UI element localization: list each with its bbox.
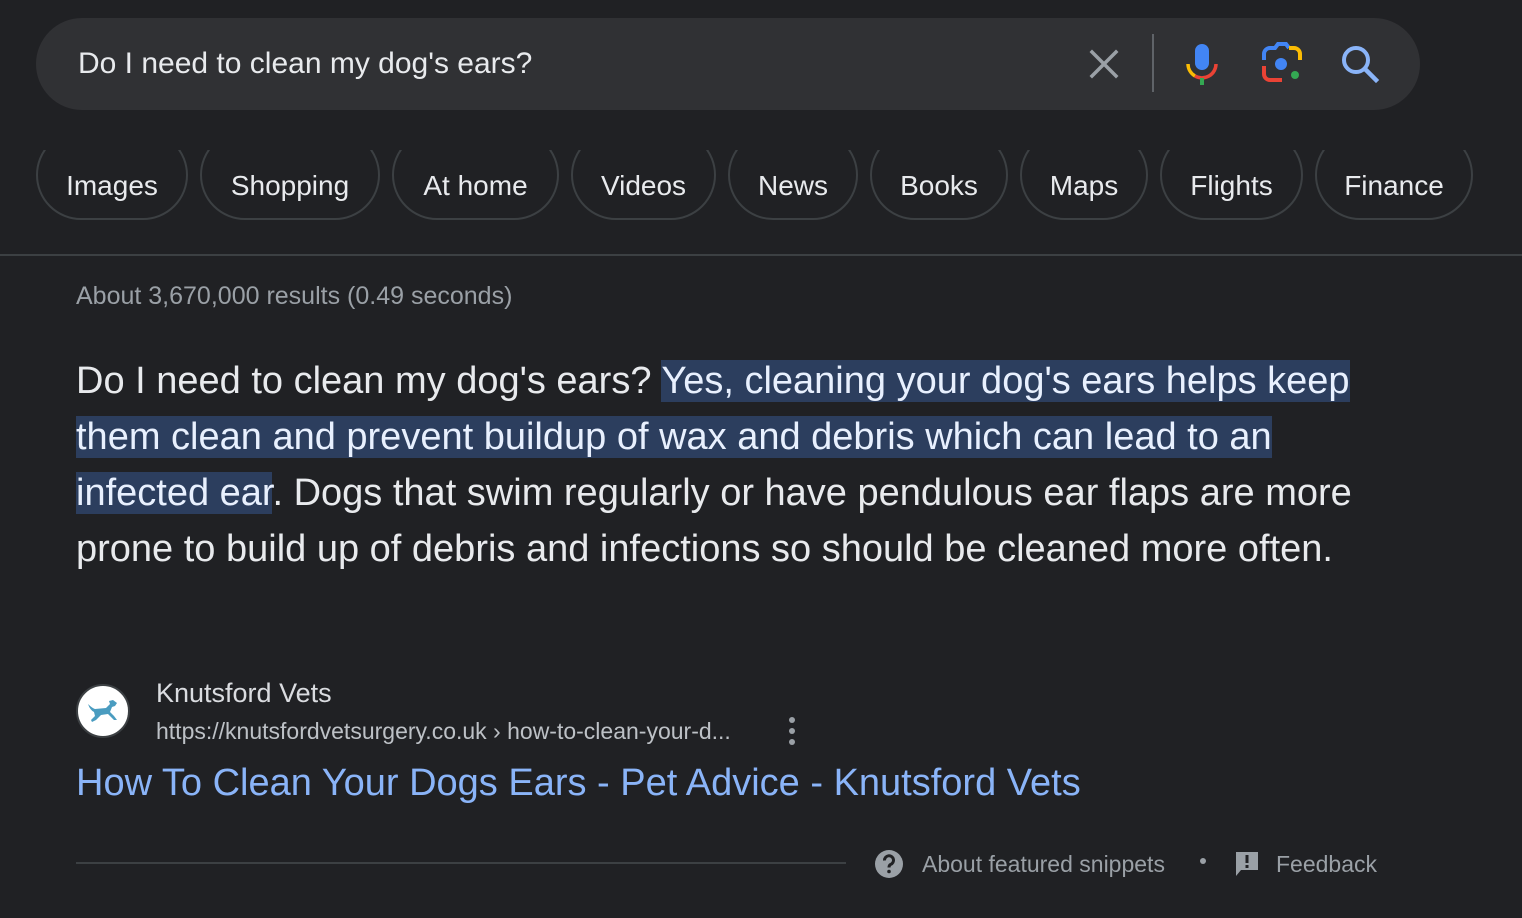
search-icon [1342, 46, 1380, 84]
header-divider [0, 254, 1522, 256]
search-filter-chips: Images Shopping At home Videos News Book… [0, 150, 1522, 222]
chip-label: Books [900, 170, 978, 201]
featured-snippet-text: Do I need to clean my dog's ears? Yes, c… [76, 353, 1396, 577]
chip-flights[interactable]: Flights [1160, 150, 1303, 220]
search-submit-button[interactable] [1338, 42, 1382, 86]
chip-finance[interactable]: Finance [1315, 150, 1473, 220]
microphone-icon [1186, 44, 1218, 85]
site-favicon [76, 684, 130, 738]
footer-dot-separator [1200, 858, 1206, 864]
chip-books[interactable]: Books [870, 150, 1008, 220]
close-icon [1089, 49, 1119, 79]
footer-divider [76, 862, 846, 864]
chip-news[interactable]: News [728, 150, 858, 220]
chip-maps[interactable]: Maps [1020, 150, 1148, 220]
clear-search-button[interactable] [1084, 44, 1124, 84]
chip-label: At home [423, 170, 528, 201]
feedback-label: Feedback [1276, 850, 1378, 877]
search-bar [36, 18, 1420, 110]
chip-label: Videos [600, 170, 687, 201]
search-input[interactable] [78, 42, 1058, 86]
chip-label: News [757, 170, 828, 201]
snippet-lead: Do I need to clean my dog's ears? [76, 360, 662, 402]
chip-label: Shopping [230, 170, 350, 201]
snippet-source[interactable]: Knutsford Vets https://knutsfordvetsurge… [76, 676, 876, 746]
more-options-button[interactable] [780, 714, 804, 748]
camera-lens-icon [1262, 42, 1302, 82]
running-dog-icon [88, 700, 117, 722]
chip-shopping[interactable]: Shopping [200, 150, 380, 220]
more-vert-icon [789, 717, 795, 745]
feedback-icon [1236, 852, 1258, 876]
result-stats: About 3,670,000 results (0.49 seconds) [76, 282, 513, 310]
site-name: Knutsford Vets [156, 678, 332, 708]
about-featured-snippets-label: About featured snippets [922, 850, 1165, 877]
feedback-button[interactable]: Feedback [1234, 846, 1377, 882]
lens-search-button[interactable] [1260, 42, 1304, 86]
chip-label: Finance [1344, 170, 1444, 201]
result-title-link[interactable]: How To Clean Your Dogs Ears - Pet Advice… [76, 762, 1081, 805]
chip-at-home[interactable]: At home [392, 150, 559, 220]
chip-label: Flights [1190, 170, 1273, 201]
site-url: https://knutsfordvetsurgery.co.uk › how-… [156, 718, 731, 744]
about-featured-snippets-button[interactable]: About featured snippets [874, 846, 1165, 882]
chip-label: Images [66, 170, 158, 201]
help-icon [875, 850, 903, 878]
voice-search-button[interactable] [1181, 42, 1223, 86]
chip-videos[interactable]: Videos [571, 150, 716, 220]
chip-images[interactable]: Images [36, 150, 188, 220]
chip-label: Maps [1049, 170, 1119, 201]
searchbar-divider [1152, 34, 1154, 92]
